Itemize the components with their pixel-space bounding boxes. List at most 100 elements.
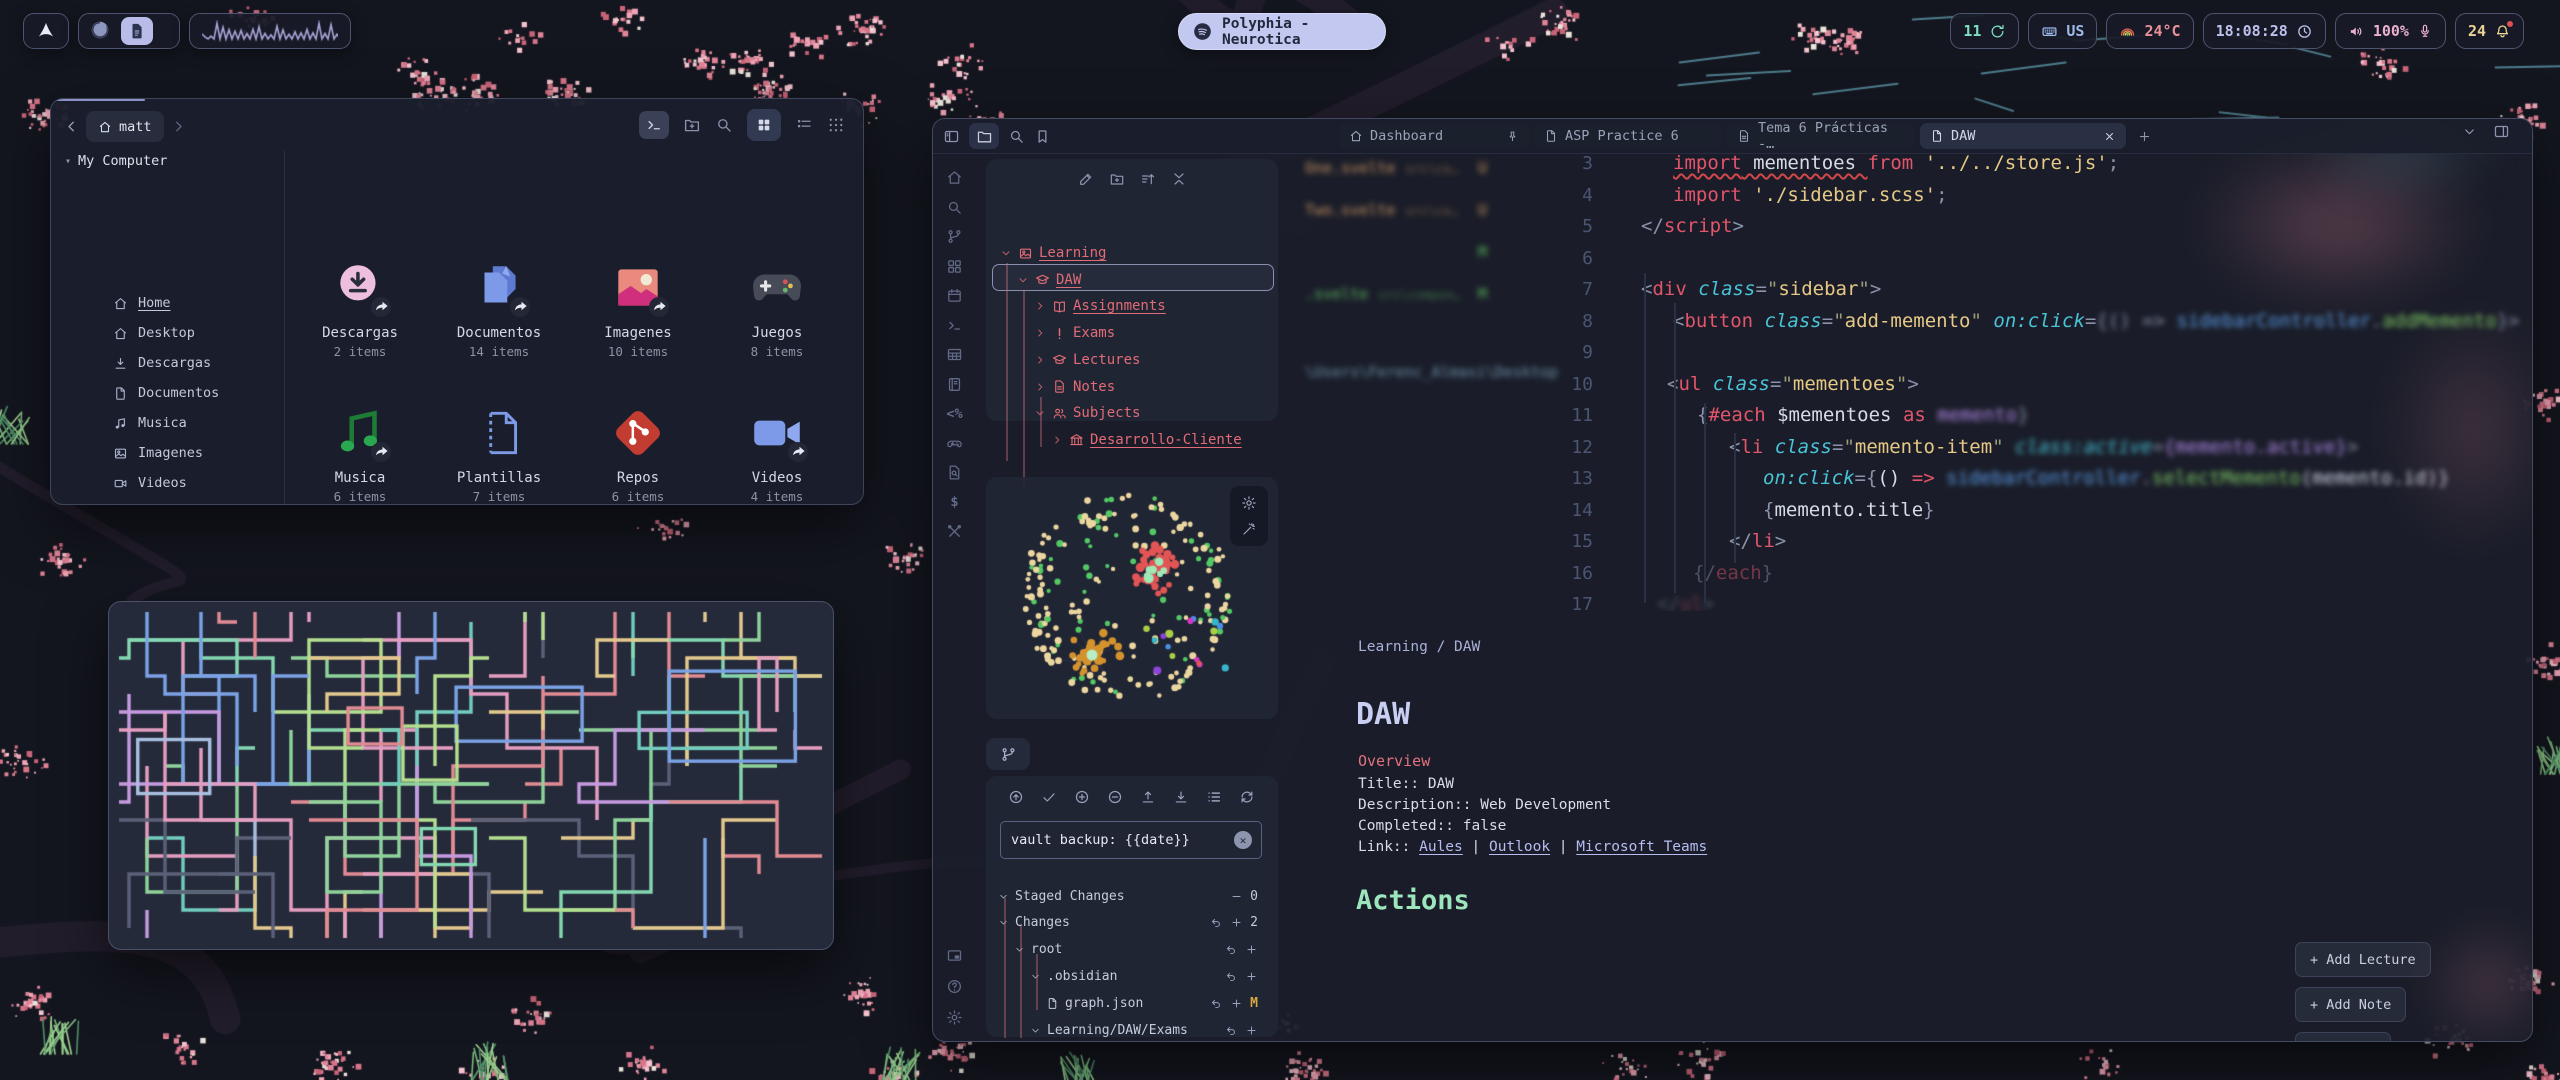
tab-asp-practice-6[interactable]: ASP Practice 6 [1534,123,1722,149]
commit-message-input[interactable] [1001,832,1234,848]
dock-item-active[interactable] [121,17,153,45]
git-tool-upload[interactable] [1140,789,1156,805]
undo-icon[interactable] [1210,916,1223,929]
sidebar-item-Imagenes[interactable]: Imagenes [113,441,203,465]
ribbon-layout-grid[interactable] [946,258,963,275]
sidebar-item-Home[interactable]: Home [113,291,171,315]
plus-icon[interactable] [1245,943,1258,956]
explorer-tool-edit[interactable] [1078,171,1094,187]
explorer-tree-item[interactable]: Learning [1000,241,1106,265]
fm-tool-listview[interactable] [795,116,813,134]
file-item-Plantillas[interactable]: Plantillas7 items [439,404,559,504]
git-row-learning-daw-exams[interactable]: Learning/DAW/Exams [1030,1018,1258,1042]
ribbon-file-search[interactable] [946,464,963,481]
git-tool-circle-up[interactable] [1008,789,1024,805]
git-tool-circle-minus[interactable] [1107,789,1123,805]
sidebar-tab-bookmark[interactable] [1034,128,1051,145]
note-button--add-note[interactable]: + Add Note [2295,987,2406,1022]
plus-icon[interactable] [1245,1024,1258,1037]
tab-tema-6-prácticas--…[interactable]: Tema 6 Prácticas -… [1727,123,1915,149]
fm-tool-folder-plus[interactable] [683,116,701,134]
ribbon-template[interactable]: <% [946,405,963,422]
plus-icon[interactable] [1230,997,1243,1010]
git-panel-tab[interactable] [986,738,1030,770]
explorer-tree-item[interactable]: Subjects [1034,401,1140,425]
note-link-aules[interactable]: Aules [1419,839,1463,855]
git-row-root[interactable]: root [1014,938,1258,962]
git-tool-download2[interactable] [1173,789,1189,805]
undo-icon[interactable] [1225,943,1238,956]
panel-right-icon[interactable] [2493,123,2510,140]
file-item-Documentos[interactable]: Documentos14 items [439,259,559,359]
note-link-outlook[interactable]: Outlook [1489,839,1550,855]
widget-updates[interactable]: 11 [1950,13,2019,49]
sidebar-tab-panel-left[interactable] [943,128,960,145]
fm-tool-dots9[interactable] [827,116,845,134]
file-item-Videos[interactable]: Videos4 items [717,404,837,504]
forward-button[interactable] [170,118,187,135]
back-button[interactable] [63,118,80,135]
note-link-microsoft-teams[interactable]: Microsoft Teams [1576,839,1707,855]
explorer-tool-sortasc[interactable] [1140,171,1156,187]
plus-icon[interactable] [1245,970,1258,983]
ribbon-branch[interactable] [946,228,963,245]
widget-clock[interactable]: 18:08:28 [2203,13,2326,49]
file-item-Descargas[interactable]: Descargas2 items [300,259,420,359]
dock-item[interactable] [89,19,113,43]
explorer-tree-item[interactable]: DAW [1017,268,1081,292]
now-playing-widget[interactable]: Polyphia - Neurotica [1178,13,1386,50]
git-tool-listicon[interactable] [1206,789,1222,805]
explorer-tree-item[interactable]: Exams [1034,321,1115,345]
note-button--add-lecture[interactable]: + Add Lecture [2295,942,2431,977]
ribbon-notebook[interactable] [946,376,963,393]
sidebar-item-Documentos[interactable]: Documentos [113,381,219,405]
sidebar-item-Videos[interactable]: Videos [113,471,187,495]
explorer-tree-item[interactable]: Lectures [1034,348,1140,372]
explorer-tree-item[interactable]: Assignments [1034,294,1166,318]
sidebar-item-Musica[interactable]: Musica [113,411,187,435]
fm-tool-search[interactable] [715,116,733,134]
note-button-partial[interactable] [2295,1032,2391,1042]
git-row-staged-changes[interactable]: Staged Changes0 [998,884,1258,908]
breadcrumb[interactable]: matt [86,111,164,142]
widget-keyboard-layout[interactable]: US [2028,13,2097,49]
minus-icon[interactable] [1230,890,1243,903]
note-breadcrumb[interactable]: Learning / DAW [1358,639,1480,655]
git-row-changes[interactable]: Changes2 [998,911,1258,935]
ribbon-help[interactable] [946,978,963,995]
ribbon-search[interactable] [946,199,963,216]
ribbon-terminal[interactable] [946,317,963,334]
explorer-tree-item[interactable]: Notes [1034,375,1115,399]
sidebar-item-Obsidian V…[interactable]: Obsidian V… [113,501,227,505]
widget-notifications[interactable]: 24 [2455,13,2524,49]
explorer-tool-collapse[interactable] [1171,171,1187,187]
widget-volume[interactable]: 100% [2335,13,2446,49]
git-tool-refresh2[interactable] [1239,789,1255,805]
graph-view-panel[interactable] [986,477,1278,719]
explorer-tree-item[interactable]: Desarrollo-Cliente [1051,428,1242,452]
ribbon-gamepad[interactable] [946,435,963,452]
ribbon-dollar[interactable]: $ [946,494,963,511]
fm-sidebar-header[interactable]: ▾ My Computer [65,153,167,169]
view-grid-button[interactable] [747,109,781,141]
chev-left-icon[interactable] [63,118,80,135]
ribbon-gear[interactable] [946,1009,963,1026]
undo-icon[interactable] [1210,997,1223,1010]
sidebar-tab-search[interactable] [1008,128,1025,145]
ribbon-table[interactable] [946,346,963,363]
file-item-Musica[interactable]: Musica6 items [300,404,420,504]
plus-icon[interactable] [1230,916,1243,929]
file-item-Juegos[interactable]: Juegos8 items [717,259,837,359]
graph-gear-button[interactable] [1241,495,1257,511]
open-terminal-button[interactable] [639,111,669,139]
ribbon-calendar[interactable] [946,287,963,304]
explorer-tool-folder-plus[interactable] [1109,171,1125,187]
sidebar-tab-folder[interactable] [969,123,999,149]
git-tool-circle-plus[interactable] [1074,789,1090,805]
ribbon-tools[interactable] [946,523,963,540]
git-row--obsidian[interactable]: .obsidian [1030,964,1258,988]
sidebar-item-Desktop[interactable]: Desktop [113,321,195,345]
ribbon-home[interactable] [946,169,963,186]
git-tool-check[interactable] [1041,789,1057,805]
new-tab-button[interactable] [2137,129,2152,144]
